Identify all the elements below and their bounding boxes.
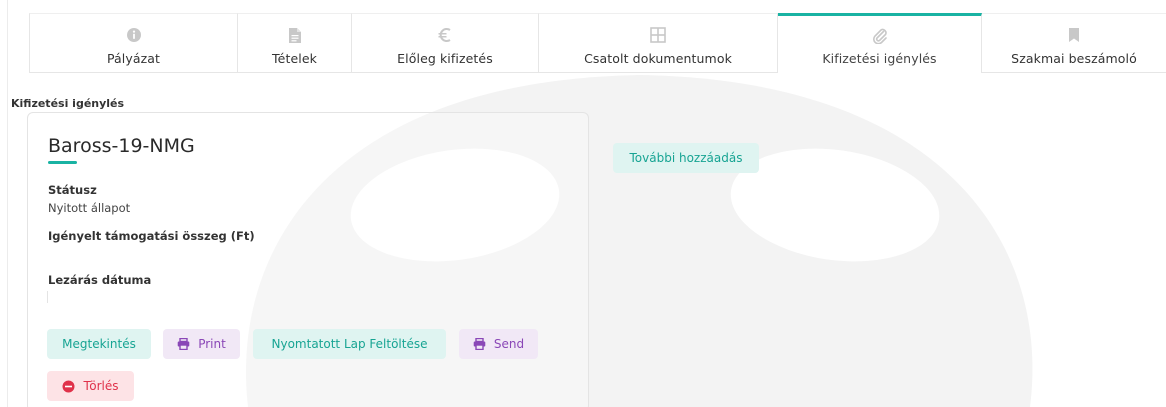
close-date-label: Lezárás dátuma [48,273,152,287]
grid-icon [649,26,667,44]
print-button-label: Print [198,337,226,351]
upload-printed-button-label: Nyomtatott Lap Feltöltése [271,337,428,351]
euro-icon [436,26,454,44]
title-underline [48,161,77,164]
card-title: Baross-19-NMG [48,135,195,157]
printer-icon [177,338,190,350]
payment-request-card: Baross-19-NMG Státusz Nyitott állapot Ig… [27,112,589,407]
bookmark-icon [1065,26,1083,44]
tab-label: Előleg kifizetés [397,51,493,66]
paperclip-icon [871,26,889,44]
document-icon [286,26,304,44]
tab-label: Szakmai beszámoló [1011,51,1137,66]
tab-kifizetesi-igenyles[interactable]: Kifizetési igénylés [778,13,982,73]
delete-button-label: Törlés [83,379,119,393]
status-label: Státusz [48,183,97,197]
tab-label: Csatolt dokumentumok [584,51,732,66]
tab-label: Tételek [272,51,317,66]
tab-bar: Pályázat Tételek Előleg kifizetés Csatol… [29,13,1166,73]
view-button-label: Megtekintés [62,337,136,351]
send-button[interactable]: Send [459,329,538,359]
send-button-label: Send [493,337,525,351]
tab-label: Pályázat [106,51,161,66]
printer-icon [473,338,486,350]
minus-circle-icon [62,380,75,393]
section-title: Kifizetési igénylés [11,97,125,110]
view-button[interactable]: Megtekintés [47,329,151,359]
upload-printed-page-button[interactable]: Nyomtatott Lap Feltöltése [253,329,446,359]
tab-eloleg-kifizetes[interactable]: Előleg kifizetés [352,13,539,73]
tab-csatolt-dokumentumok[interactable]: Csatolt dokumentumok [539,13,778,73]
add-more-button[interactable]: További hozzáadás [613,143,759,173]
status-value: Nyitott állapot [48,201,131,215]
left-divider [7,0,8,407]
amount-label: Igényelt támogatási összeg (Ft) [48,229,255,243]
tab-szakmai-beszamolo[interactable]: Szakmai beszámoló [982,13,1166,73]
tab-label: Kifizetési igénylés [822,51,937,66]
add-more-button-label: További hozzáadás [629,151,743,165]
info-circle-icon [125,26,143,44]
tab-palyazat[interactable]: Pályázat [29,13,238,73]
delete-button[interactable]: Törlés [47,371,134,401]
empty-value-marker [47,291,48,303]
tab-tetelek[interactable]: Tételek [238,13,352,73]
print-button[interactable]: Print [163,329,240,359]
